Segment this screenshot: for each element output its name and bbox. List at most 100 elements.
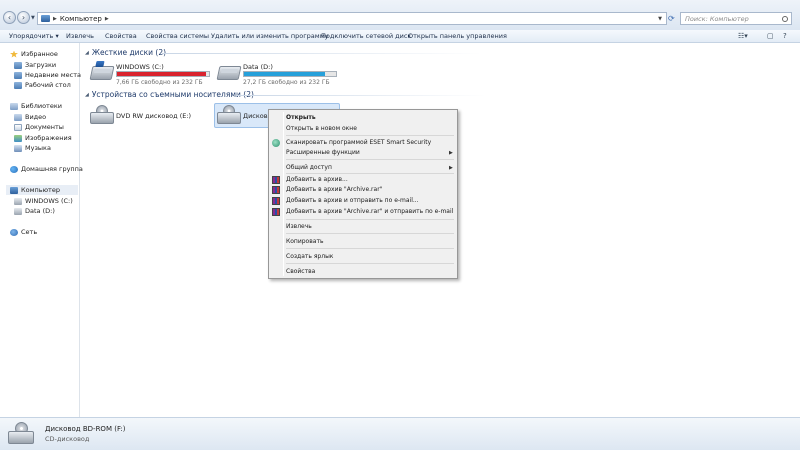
recent-pages-dropdown[interactable]: ▼: [31, 15, 35, 21]
menu-separator: [286, 233, 454, 234]
details-item-name: Дисковод BD-ROM (F:): [45, 425, 126, 433]
winrar-icon: [272, 197, 280, 205]
menu-item-eset-scan[interactable]: Сканировать программой ESET Smart Securi…: [286, 139, 431, 146]
drive-free-space: 7,66 ГБ свободно из 232 ГБ: [116, 79, 203, 86]
nav-network[interactable]: Сеть: [10, 228, 37, 236]
details-pane: Дисковод BD-ROM (F:) CD-дисковод: [0, 417, 800, 450]
group-divider: [236, 95, 486, 96]
dvd-drive-icon: [90, 105, 114, 125]
properties-button[interactable]: Свойства: [105, 32, 137, 40]
nav-label: Избранное: [21, 50, 58, 58]
drive-usage-bar: [243, 71, 337, 77]
nav-drive-c[interactable]: WINDOWS (C:): [14, 197, 73, 205]
nav-label: Видео: [25, 113, 47, 121]
nav-music[interactable]: Музыка: [14, 144, 51, 152]
menu-gutter: [283, 112, 284, 276]
nav-label: Документы: [25, 123, 64, 131]
organize-button[interactable]: Упорядочить ▾: [9, 32, 59, 40]
drive-usage-bar: [116, 71, 210, 77]
group-header-removable[interactable]: ◢ Устройства со съемными носителями (2): [85, 90, 254, 99]
nav-label: Сеть: [21, 228, 38, 236]
refresh-icon[interactable]: ⟳: [668, 12, 678, 25]
video-library-icon: [14, 113, 22, 121]
menu-item-create-shortcut[interactable]: Создать ярлык: [286, 253, 333, 260]
drive-usage-fill: [117, 72, 207, 76]
windows-badge-icon: [95, 61, 105, 67]
libraries-icon: [10, 102, 18, 110]
nav-label: Библиотеки: [21, 102, 62, 110]
menu-item-share[interactable]: Общий доступ: [286, 164, 332, 171]
hard-drive-icon: [89, 61, 115, 80]
menu-item-eject[interactable]: Извлечь: [286, 223, 312, 230]
desktop-icon: [14, 81, 22, 89]
menu-separator: [286, 135, 454, 136]
pictures-library-icon: [14, 134, 22, 142]
nav-documents[interactable]: Документы: [14, 123, 64, 131]
search-icon[interactable]: [782, 15, 788, 22]
menu-item-add-archive-rar-email[interactable]: Добавить в архив "Archive.rar" и отправи…: [286, 208, 453, 215]
music-library-icon: [14, 144, 22, 152]
forward-button[interactable]: ›: [17, 11, 30, 24]
nav-homegroup[interactable]: Домашняя группа: [10, 165, 83, 173]
system-properties-button[interactable]: Свойства системы: [146, 32, 209, 40]
eset-icon: [272, 139, 280, 147]
winrar-icon: [272, 176, 280, 184]
bd-drive-icon: [217, 105, 241, 125]
nav-desktop[interactable]: Рабочий стол: [14, 81, 71, 89]
chevron-right-icon[interactable]: ▶: [105, 16, 109, 22]
view-options-icon[interactable]: ☷▾: [738, 32, 748, 40]
drive-usage-fill: [244, 72, 325, 76]
context-menu: Открыть Открыть в новом окне Сканировать…: [268, 109, 458, 279]
collapse-triangle-icon[interactable]: ◢: [85, 50, 89, 56]
open-control-panel-button[interactable]: Открыть панель управления: [408, 32, 507, 40]
menu-item-add-archive-rar[interactable]: Добавить в архив "Archive.rar": [286, 186, 382, 193]
eject-button[interactable]: Извлечь: [66, 32, 94, 40]
network-icon: [10, 228, 18, 236]
hard-drive-icon: [216, 66, 242, 80]
help-icon[interactable]: ?: [783, 32, 787, 40]
recent-places-icon: [14, 71, 22, 79]
star-icon: [10, 50, 18, 58]
nav-images[interactable]: Изображения: [14, 134, 72, 142]
group-header-hard-drives[interactable]: ◢ Жесткие диски (2): [85, 48, 166, 57]
search-placeholder: Поиск: Компьютер: [685, 14, 749, 23]
drive-name: DVD RW дисковод (E:): [116, 112, 192, 120]
menu-item-copy[interactable]: Копировать: [286, 238, 323, 245]
computer-icon: [41, 15, 50, 22]
nav-favorites[interactable]: Избранное: [10, 50, 58, 58]
submenu-arrow-icon: ▶: [449, 150, 453, 156]
address-strip: ‹ › ▼ ▶ Компьютер ▶ ▼ ⟳ Поиск: Компьютер: [0, 0, 800, 30]
menu-item-add-archive[interactable]: Добавить в архив...: [286, 176, 348, 183]
search-input[interactable]: Поиск: Компьютер: [680, 12, 792, 25]
chevron-right-icon[interactable]: ▶: [53, 16, 57, 22]
command-bar: Упорядочить ▾ Извлечь Свойства Свойства …: [0, 30, 800, 43]
menu-separator: [286, 173, 454, 174]
nav-video[interactable]: Видео: [14, 113, 46, 121]
menu-item-open-new-window[interactable]: Открыть в новом окне: [286, 125, 357, 132]
winrar-icon: [272, 208, 280, 216]
nav-computer[interactable]: Компьютер: [6, 185, 78, 195]
menu-item-properties[interactable]: Свойства: [286, 268, 315, 275]
drive-name: Data (D:): [243, 63, 273, 71]
address-bar[interactable]: ▶ Компьютер ▶ ▼: [37, 12, 667, 25]
nav-recent-places[interactable]: Недавние места: [14, 71, 81, 79]
collapse-triangle-icon[interactable]: ◢: [85, 92, 89, 98]
details-item-type: CD-дисковод: [45, 435, 90, 443]
menu-separator: [286, 159, 454, 160]
nav-libraries[interactable]: Библиотеки: [10, 102, 62, 110]
back-button[interactable]: ‹: [3, 11, 16, 24]
menu-item-open[interactable]: Открыть: [286, 114, 316, 121]
hard-drive-icon: [14, 197, 22, 205]
nav-label: Компьютер: [21, 186, 60, 194]
menu-item-advanced[interactable]: Расширенные функции: [286, 149, 360, 156]
map-network-drive-button[interactable]: Подключить сетевой диск: [321, 32, 411, 40]
preview-pane-icon[interactable]: ▢: [767, 32, 774, 40]
menu-item-add-archive-email[interactable]: Добавить в архив и отправить по e-mail..…: [286, 197, 419, 204]
chevron-down-icon[interactable]: ▼: [658, 16, 662, 22]
navigation-pane: Избранное Загрузки Недавние места Рабочи…: [0, 43, 83, 417]
uninstall-program-button[interactable]: Удалить или изменить программу: [211, 32, 328, 40]
breadcrumb-computer[interactable]: Компьютер: [60, 15, 102, 23]
nav-drive-d[interactable]: Data (D:): [14, 207, 55, 215]
downloads-folder-icon: [14, 61, 22, 69]
nav-downloads[interactable]: Загрузки: [14, 61, 56, 69]
